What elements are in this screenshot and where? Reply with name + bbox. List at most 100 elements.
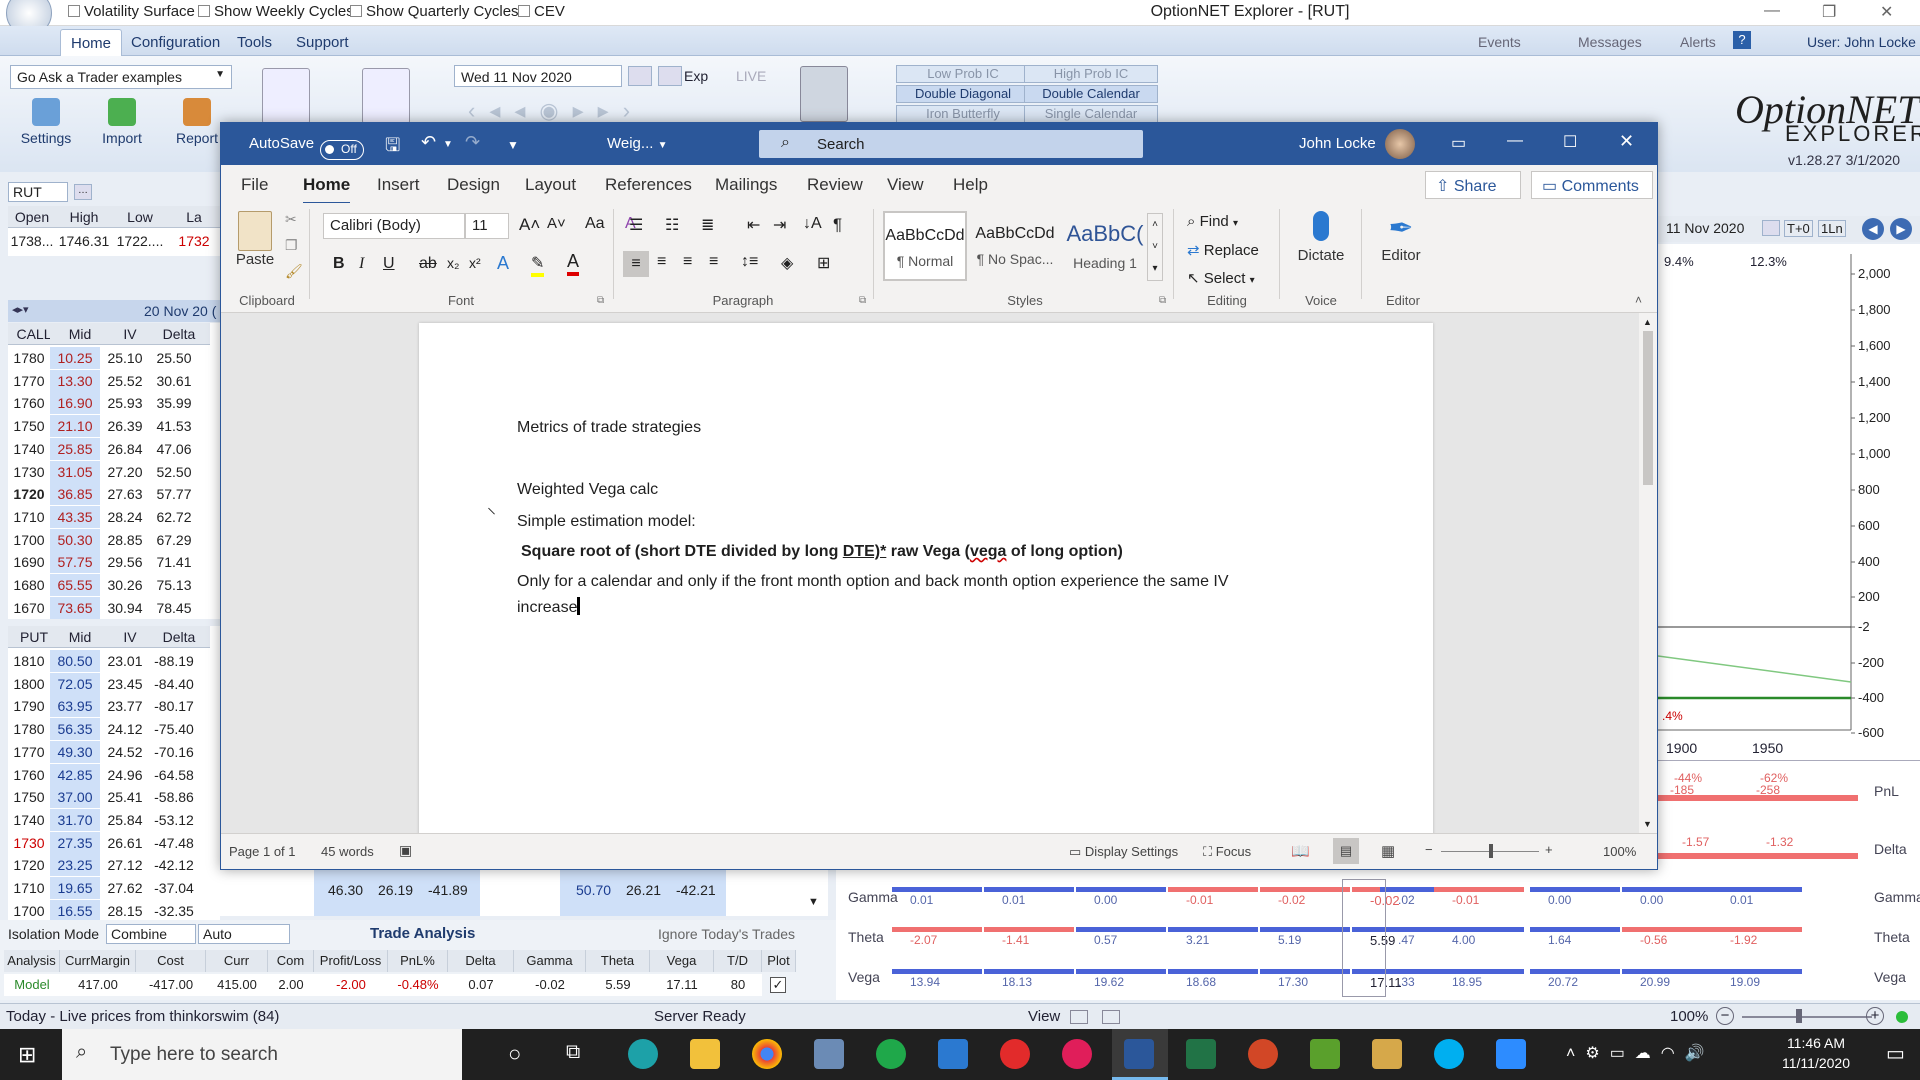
clock-icon[interactable] <box>658 66 682 86</box>
justify-icon[interactable]: ≡ <box>709 253 718 271</box>
chevron-down-icon[interactable]: ▼ <box>443 139 453 150</box>
expiry-nav-icon[interactable]: ◂▸▾ <box>12 303 29 316</box>
collapse-ribbon-icon[interactable]: ˄ <box>1635 293 1642 307</box>
table-row[interactable]: 1750 21.10 26.39 41.53 <box>8 415 220 438</box>
opera-icon[interactable] <box>1000 1039 1030 1069</box>
text-effects-icon[interactable]: A <box>497 253 509 274</box>
scroll-down-icon[interactable]: ▼ <box>1643 819 1652 829</box>
chart-view-icon[interactable] <box>1102 1010 1120 1024</box>
skype-icon[interactable] <box>1434 1039 1464 1069</box>
weekly-cycles-checkbox[interactable]: Show Weekly Cycles <box>198 3 354 20</box>
exp-button[interactable]: Exp <box>684 68 708 84</box>
table-row[interactable]: 1760 16.90 25.93 35.99 <box>8 392 220 415</box>
replace-button[interactable]: ⇄ Replace <box>1187 241 1259 259</box>
system-tray-icons[interactable]: ˄⚙▭☁◠🔊 <box>1566 1043 1715 1063</box>
auto-select[interactable]: Auto <box>198 924 290 944</box>
ribbon-display-icon[interactable]: ▭ <box>1451 133 1466 153</box>
document-name[interactable]: Weig... ▼ <box>607 135 667 152</box>
table-row[interactable]: 1730 27.35 26.61 -47.48 <box>8 831 220 854</box>
import-button[interactable]: Import <box>98 98 146 146</box>
menu-support[interactable]: Support <box>296 34 349 51</box>
focus-button[interactable]: ⛶ Focus <box>1203 844 1251 860</box>
customize-qat-icon[interactable]: ▼ <box>507 138 519 152</box>
autosave-toggle[interactable]: AutoSave Off <box>249 135 365 160</box>
messages-link[interactable]: Messages <box>1578 34 1642 50</box>
cut-icon[interactable]: ✂ <box>285 211 297 228</box>
restore-icon[interactable]: ❐ <box>1822 2 1836 22</box>
search-box[interactable]: ⌕ Search <box>759 130 1143 158</box>
style-normal[interactable]: AaBbCcDd ¶ Normal <box>883 211 967 281</box>
font-dialog-launcher-icon[interactable]: ⧉ <box>597 295 604 306</box>
superscript-icon[interactable]: x² <box>469 255 481 271</box>
app-icon[interactable] <box>814 1039 844 1069</box>
display-settings-button[interactable]: ▭ Display Settings <box>1069 844 1178 860</box>
underline-icon[interactable]: U <box>383 255 395 273</box>
strategy-double-calendar[interactable]: Double Calendar <box>1024 85 1158 103</box>
edge-icon[interactable] <box>628 1039 658 1069</box>
live-toggle[interactable]: LIVE <box>736 68 766 84</box>
tab-view[interactable]: View <box>887 175 924 195</box>
strategy-double-diagonal[interactable]: Double Diagonal <box>896 85 1030 103</box>
minimize-icon[interactable]: — <box>1507 132 1523 150</box>
tab-home[interactable]: Home <box>303 175 351 205</box>
table-row[interactable]: 1700 50.30 28.85 67.29 <box>8 528 220 551</box>
word-icon[interactable] <box>1124 1039 1154 1069</box>
styles-dialog-launcher-icon[interactable]: ⧉ <box>1159 295 1166 306</box>
menu-configuration[interactable]: Configuration <box>131 34 220 51</box>
todo-icon[interactable] <box>938 1039 968 1069</box>
page-count[interactable]: Page 1 of 1 <box>229 844 296 859</box>
menu-tools[interactable]: Tools <box>237 34 272 51</box>
app-icon[interactable] <box>1372 1039 1402 1069</box>
strategy-low-prob-ic[interactable]: Low Prob IC <box>896 65 1030 83</box>
align-center-icon[interactable]: ≡ <box>657 253 666 271</box>
comments-button[interactable]: ▭ Comments <box>1531 171 1653 199</box>
proofing-icon[interactable]: ▣ <box>399 842 412 859</box>
calendar-icon[interactable] <box>628 66 652 86</box>
shrink-font-icon[interactable]: A˅ <box>547 215 566 232</box>
taskbar-search[interactable]: ⌕ Type here to search <box>62 1029 462 1080</box>
tab-mailings[interactable]: Mailings <box>715 175 777 195</box>
document-page[interactable]: Metrics of trade strategies Weighted Veg… <box>419 323 1433 843</box>
book-icon[interactable] <box>262 68 310 124</box>
scroll-thumb[interactable] <box>1643 331 1653 485</box>
table-row[interactable]: 1800 72.05 23.45 -84.40 <box>8 672 220 695</box>
prev-arrow-icon[interactable]: ◀ <box>1862 218 1884 240</box>
font-color-icon[interactable]: A <box>567 251 580 276</box>
style-no-spacing[interactable]: AaBbCcDd ¶ No Spac... <box>973 211 1057 281</box>
table-row[interactable]: 1760 42.85 24.96 -64.58 <box>8 763 220 786</box>
change-case-icon[interactable]: Aa <box>585 215 605 233</box>
tab-layout[interactable]: Layout <box>525 175 576 195</box>
bold-icon[interactable]: B <box>333 255 345 273</box>
subscript-icon[interactable]: x₂ <box>447 255 459 271</box>
calendar-icon[interactable] <box>1762 220 1780 236</box>
menu-home[interactable]: Home <box>60 29 123 56</box>
select-button[interactable]: ↖ Select ▾ <box>1187 269 1255 287</box>
app-icon[interactable] <box>1310 1039 1340 1069</box>
italic-icon[interactable]: I <box>359 255 364 273</box>
events-link[interactable]: Events <box>1478 34 1521 50</box>
powerpoint-icon[interactable] <box>1248 1039 1278 1069</box>
minimize-icon[interactable]: — <box>1764 2 1780 20</box>
decrease-indent-icon[interactable]: ⇤ <box>747 215 760 235</box>
alerts-link[interactable]: Alerts <box>1680 34 1716 50</box>
multilevel-list-icon[interactable]: ≣ <box>701 215 714 235</box>
zoom-thumb[interactable] <box>1489 844 1493 858</box>
task-view-icon[interactable]: ⧉ <box>566 1041 580 1064</box>
find-button[interactable]: ⌕ Find ▾ <box>1187 213 1238 230</box>
tab-review[interactable]: Review <box>807 175 863 195</box>
playback-controls[interactable]: ‹◂◂◉▸▸› <box>468 98 754 124</box>
scroll-down-icon[interactable]: ▼ <box>808 896 819 908</box>
word-user-name[interactable]: John Locke <box>1299 135 1376 152</box>
tab-file[interactable]: File <box>241 175 268 195</box>
quarterly-cycles-checkbox[interactable]: Show Quarterly Cycles <box>350 3 519 20</box>
table-row[interactable]: 1710 43.35 28.24 62.72 <box>8 505 220 528</box>
excel-icon[interactable] <box>1186 1039 1216 1069</box>
strategy-single-calendar[interactable]: Single Calendar <box>1024 105 1158 123</box>
zoom-slider[interactable] <box>1742 1016 1872 1018</box>
web-layout-icon[interactable]: ▦ <box>1381 842 1395 860</box>
new-trade-icon[interactable] <box>362 68 410 124</box>
table-row[interactable]: 1770 13.30 25.52 30.61 <box>8 369 220 392</box>
strikethrough-icon[interactable]: ab <box>419 255 437 273</box>
table-row[interactable]: 1740 25.85 26.84 47.06 <box>8 437 220 460</box>
file-explorer-icon[interactable] <box>690 1039 720 1069</box>
